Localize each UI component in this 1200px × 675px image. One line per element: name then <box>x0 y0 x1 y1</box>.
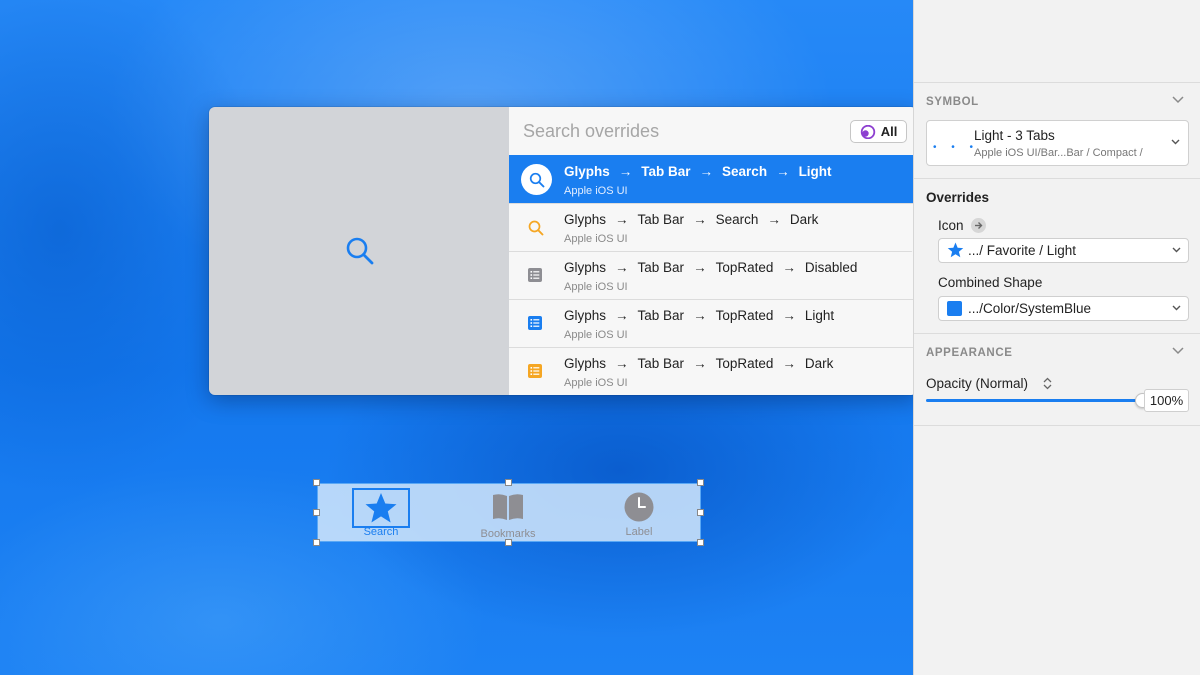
search-icon <box>527 219 545 237</box>
override-results-panel: All Glyphs→Tab Bar→Search→Light Appl <box>509 107 913 395</box>
inspector-panel: SYMBOL • • • Light - 3 Tabs Apple iOS UI… <box>913 0 1200 675</box>
library-filter-button[interactable]: All <box>850 120 907 143</box>
overrides-heading: Overrides <box>926 190 990 205</box>
icon-override-dropdown[interactable]: .../ Favorite / Light <box>938 238 1189 263</box>
result-library: Apple iOS UI <box>564 281 628 293</box>
tab-label: Search <box>363 526 399 538</box>
result-path: Glyphs → Tab Bar → TopRated → Disabled <box>564 260 858 275</box>
divider <box>914 82 1200 83</box>
tab-label: Label <box>625 526 653 538</box>
opacity-label: Opacity (Normal) <box>926 376 1029 391</box>
divider <box>914 178 1200 179</box>
result-list: Glyphs → Tab Bar → Search → Light Apple iOS UI… <box>509 155 913 395</box>
combined-shape-value: .../Color/SystemBlue <box>968 301 1092 316</box>
search-icon <box>521 164 552 195</box>
result-item[interactable]: Glyphs → Tab Bar → TopRated → Light Apple iOS … <box>509 299 913 347</box>
result-library: Apple iOS UI <box>564 377 628 389</box>
result-path: Glyphs → Tab Bar → Search → Light <box>564 164 832 179</box>
chevron-down-icon <box>1171 139 1180 145</box>
symbol-thumbnail: • • • <box>933 142 980 153</box>
list-icon <box>527 267 545 285</box>
symbol-picker[interactable]: • • • Light - 3 Tabs Apple iOS UI/Bar...… <box>926 120 1189 166</box>
opacity-slider[interactable] <box>926 399 1136 402</box>
result-path: Glyphs → Tab Bar → Search → Dark <box>564 212 819 227</box>
star-icon <box>365 493 397 523</box>
color-swatch <box>947 301 962 316</box>
library-icon <box>860 124 875 139</box>
divider <box>914 333 1200 334</box>
list-icon <box>527 315 545 333</box>
resize-handle-n[interactable] <box>505 479 512 486</box>
blend-mode-stepper-icon[interactable] <box>1043 377 1052 390</box>
result-item[interactable]: Glyphs → Tab Bar → Search → Light Apple iOS UI <box>509 155 913 203</box>
tab-search[interactable]: Search <box>351 488 411 538</box>
result-library: Apple iOS UI <box>564 185 628 197</box>
appearance-section-heading: APPEARANCE <box>926 347 1013 359</box>
result-path: Glyphs → Tab Bar → TopRated → Dark <box>564 356 834 371</box>
override-preview-pane <box>209 107 509 395</box>
result-library: Apple iOS UI <box>564 233 628 245</box>
result-item[interactable]: Glyphs → Tab Bar → TopRated → Dark Apple iOS U… <box>509 347 913 395</box>
go-to-symbol-button[interactable] <box>971 218 986 233</box>
chevron-down-icon <box>1172 247 1181 253</box>
tab-label-item[interactable]: Label <box>609 488 669 538</box>
selected-layer-outline <box>352 488 410 528</box>
result-item[interactable]: Glyphs → Tab Bar → TopRated → Disabled Apple i… <box>509 251 913 299</box>
list-icon <box>527 363 545 381</box>
symbol-section-heading: SYMBOL <box>926 96 979 108</box>
divider <box>914 425 1200 426</box>
icon-override-value: .../ Favorite / Light <box>968 243 1077 258</box>
result-library: Apple iOS UI <box>564 329 628 341</box>
filter-label: All <box>880 124 898 139</box>
canvas[interactable]: All Glyphs→Tab Bar→Search→Light Appl <box>0 0 913 675</box>
opacity-input[interactable]: 100% <box>1144 389 1189 412</box>
symbol-path: Apple iOS UI/Bar...Bar / Compact / <box>974 147 1143 159</box>
resize-handle-s[interactable] <box>505 539 512 546</box>
resize-handle-sw[interactable] <box>313 539 320 546</box>
combined-shape-dropdown[interactable]: .../Color/SystemBlue <box>938 296 1189 321</box>
icon-override-label: Icon <box>938 218 964 233</box>
resize-handle-se[interactable] <box>697 539 704 546</box>
chevron-down-icon <box>1172 305 1181 311</box>
resize-handle-ne[interactable] <box>697 479 704 486</box>
symbol-name: Light - 3 Tabs <box>974 128 1055 143</box>
resize-handle-w[interactable] <box>313 509 320 516</box>
search-row: All <box>509 107 913 155</box>
combined-shape-label: Combined Shape <box>938 275 1043 290</box>
resize-handle-e[interactable] <box>697 509 704 516</box>
book-icon <box>493 494 523 520</box>
star-icon <box>947 242 964 258</box>
overrides-popover: All Glyphs→Tab Bar→Search→Light Appl <box>209 107 913 395</box>
chevron-down-icon[interactable] <box>1172 96 1184 104</box>
tab-bar-symbol[interactable]: Search Bookmarks Label <box>317 483 701 542</box>
search-icon <box>346 237 374 265</box>
arrow-right-icon <box>975 222 983 229</box>
tab-bookmarks[interactable]: Bookmarks <box>468 488 548 540</box>
resize-handle-nw[interactable] <box>313 479 320 486</box>
result-path: Glyphs → Tab Bar → TopRated → Light <box>564 308 835 323</box>
search-overrides-input[interactable] <box>523 119 823 143</box>
result-item[interactable]: Glyphs → Tab Bar → Search → Dark Apple iOS UI <box>509 203 913 251</box>
clock-icon <box>624 492 654 522</box>
chevron-down-icon[interactable] <box>1172 347 1184 355</box>
